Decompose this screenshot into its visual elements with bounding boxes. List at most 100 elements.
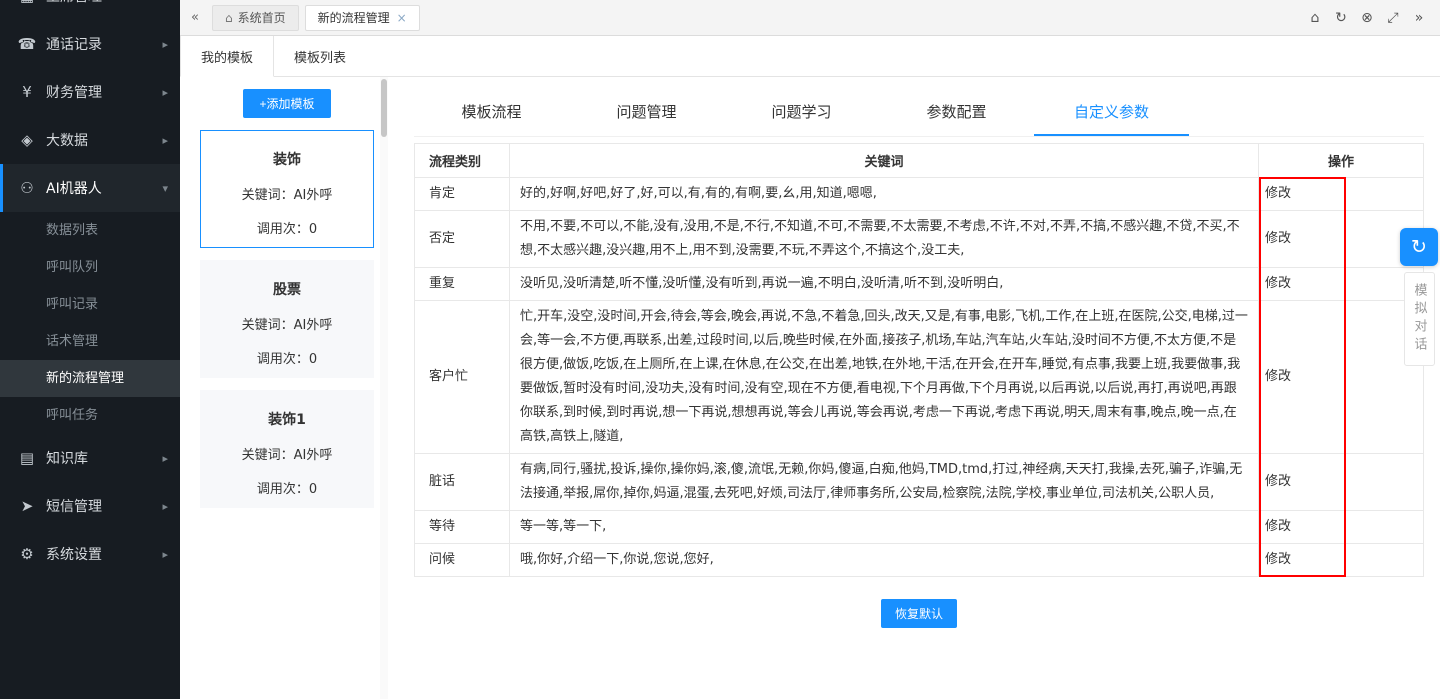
book-icon: ▤ — [16, 449, 38, 467]
tab-custom-parameters[interactable]: 自定义参数 — [1034, 91, 1189, 136]
home-icon[interactable]: ⌂ — [1302, 10, 1328, 26]
chevron-right-icon: ▸ — [162, 548, 168, 561]
header-flow-category: 流程类别 — [415, 144, 510, 178]
template-keyword: 关键词：AI外呼 — [201, 184, 373, 203]
modify-link[interactable]: 修改 — [1259, 511, 1424, 544]
tab-my-templates[interactable]: 我的模板 — [180, 36, 274, 77]
sidebar-item-big-data[interactable]: ◈ 大数据 ▸ — [0, 116, 180, 164]
modify-link[interactable]: 修改 — [1259, 178, 1424, 211]
submenu-item-call-queue[interactable]: 呼叫队列 — [0, 249, 180, 286]
template-panel-scrollbar[interactable] — [380, 77, 388, 699]
sidebar-item-sms-management[interactable]: ➤ 短信管理 ▸ — [0, 482, 180, 530]
sidebar-item-call-records[interactable]: ☎ 通话记录 ▸ — [0, 20, 180, 68]
table-row: 问候 哦,你好,介绍一下,你说,您说,您好, 修改 — [415, 544, 1424, 577]
tab-question-learning[interactable]: 问题学习 — [724, 91, 879, 136]
tab-parameter-config[interactable]: 参数配置 — [879, 91, 1034, 136]
template-title: 装饰1 — [201, 391, 373, 429]
sidebar-item-label: 短信管理 — [46, 496, 102, 516]
modify-link[interactable]: 修改 — [1259, 454, 1424, 511]
chevron-right-icon: ▸ — [162, 500, 168, 513]
template-title: 装饰 — [201, 131, 373, 169]
robot-icon: ⚇ — [16, 179, 38, 197]
chevron-down-icon: ▾ — [162, 182, 168, 195]
table-row: 脏话 有病,同行,骚扰,投诉,操你,操你妈,滚,傻,流氓,无赖,你妈,傻逼,白痴… — [415, 454, 1424, 511]
sidebar-item-ai-robot[interactable]: ⚇ AI机器人 ▾ — [0, 164, 180, 212]
restore-defaults-button[interactable]: 恢复默认 — [881, 599, 957, 628]
table-footer: 恢复默认 — [414, 577, 1424, 658]
category-cell: 问候 — [415, 544, 510, 577]
table-row: 肯定 好的,好啊,好吧,好了,好,可以,有,有的,有啊,要,幺,用,知道,嗯嗯,… — [415, 178, 1424, 211]
keywords-cell: 等一等,等一下, — [510, 511, 1259, 544]
keywords-cell: 忙,开车,没空,没时间,开会,待会,等会,晚会,再说,不急,不着急,回头,改天,… — [510, 301, 1259, 454]
submenu-item-call-task[interactable]: 呼叫任务 — [0, 397, 180, 434]
scrollbar-thumb[interactable] — [381, 79, 387, 137]
fullscreen-icon[interactable]: ⤢ — [1380, 10, 1406, 26]
sidebar-item-label: 坐席管理 — [46, 0, 102, 6]
template-card[interactable]: 装饰1 关键词：AI外呼 调用次：0 — [200, 390, 374, 508]
chevron-right-icon: ▸ — [162, 134, 168, 147]
collapse-sidebar-icon[interactable]: « — [184, 10, 206, 25]
tabbar-actions: ⌂ ↻ ⊗ ⤢ » — [1302, 10, 1432, 26]
template-calls: 调用次：0 — [201, 218, 373, 237]
phone-icon: ☎ — [16, 35, 38, 53]
sidebar-submenu: 数据列表 呼叫队列 呼叫记录 话术管理 新的流程管理 呼叫任务 — [0, 212, 180, 434]
category-cell: 否定 — [415, 211, 510, 268]
template-panel: +添加模板 装饰 关键词：AI外呼 调用次：0 股票 关键词：AI外呼 调用次：… — [180, 77, 380, 699]
sidebar-item-label: 系统设置 — [46, 544, 102, 564]
window-tabbar: « ⌂ 系统首页 新的流程管理 × ⌂ ↻ ⊗ ⤢ » — [180, 0, 1440, 36]
sidebar-item-label: 大数据 — [46, 130, 88, 150]
submenu-item-new-flow-management[interactable]: 新的流程管理 — [0, 360, 180, 397]
sidebar-item-agent-management[interactable]: ▦ 坐席管理 ▸ — [0, 0, 180, 20]
keywords-cell: 没听见,没听清楚,听不懂,没听懂,没有听到,再说一遍,不明白,没听清,听不到,没… — [510, 268, 1259, 301]
modify-link[interactable]: 修改 — [1259, 268, 1424, 301]
page-tabs: 我的模板 模板列表 — [180, 36, 1440, 77]
add-template-button[interactable]: +添加模板 — [243, 89, 330, 118]
modify-link[interactable]: 修改 — [1259, 544, 1424, 577]
sidebar-item-label: 财务管理 — [46, 82, 102, 102]
category-cell: 肯定 — [415, 178, 510, 211]
simulate-dialog-icon[interactable]: ↻ — [1400, 228, 1438, 266]
main-panel: 模板流程 问题管理 问题学习 参数配置 自定义参数 流程类别 关键词 操作 — [388, 77, 1440, 699]
template-calls: 调用次：0 — [201, 348, 373, 367]
template-keyword: 关键词：AI外呼 — [201, 314, 373, 333]
template-card[interactable]: 装饰 关键词：AI外呼 调用次：0 — [200, 130, 374, 248]
table-row: 否定 不用,不要,不可以,不能,没有,没用,不是,不行,不知道,不可,不需要,不… — [415, 211, 1424, 268]
category-cell: 客户忙 — [415, 301, 510, 454]
close-icon[interactable]: × — [397, 11, 407, 25]
tab-question-management[interactable]: 问题管理 — [569, 91, 724, 136]
tab-template-list[interactable]: 模板列表 — [274, 36, 366, 76]
chevron-right-icon: ▸ — [162, 452, 168, 465]
chevron-right-icon: ▸ — [162, 0, 168, 3]
chevron-right-icon: ▸ — [162, 38, 168, 51]
modify-link[interactable]: 修改 — [1259, 301, 1424, 454]
category-cell: 脏话 — [415, 454, 510, 511]
expand-right-icon[interactable]: » — [1406, 10, 1432, 26]
monitor-icon: ▦ — [16, 0, 38, 5]
submenu-item-script-management[interactable]: 话术管理 — [0, 323, 180, 360]
tab-new-flow-management[interactable]: 新的流程管理 × — [305, 5, 420, 31]
yen-icon: ¥ — [16, 83, 38, 101]
simulate-dialog-widget: ↻ 模拟对话 — [1400, 228, 1438, 366]
sidebar-item-finance[interactable]: ¥ 财务管理 ▸ — [0, 68, 180, 116]
template-calls: 调用次：0 — [201, 478, 373, 497]
category-cell: 等待 — [415, 511, 510, 544]
template-keyword: 关键词：AI外呼 — [201, 444, 373, 463]
tab-system-home[interactable]: ⌂ 系统首页 — [212, 5, 299, 31]
sidebar-item-knowledge-base[interactable]: ▤ 知识库 ▸ — [0, 434, 180, 482]
simulate-dialog-label[interactable]: 模拟对话 — [1404, 272, 1435, 366]
app-root: ▦ 坐席管理 ▸ ☎ 通话记录 ▸ ¥ 财务管理 ▸ ◈ 大数据 ▸ ⚇ AI机… — [0, 0, 1440, 699]
category-cell: 重复 — [415, 268, 510, 301]
refresh-icon[interactable]: ↻ — [1328, 10, 1354, 26]
sidebar-item-system-settings[interactable]: ⚙ 系统设置 ▸ — [0, 530, 180, 578]
template-card[interactable]: 股票 关键词：AI外呼 调用次：0 — [200, 260, 374, 378]
header-keywords: 关键词 — [510, 144, 1259, 178]
modify-link[interactable]: 修改 — [1259, 211, 1424, 268]
close-all-icon[interactable]: ⊗ — [1354, 10, 1380, 26]
table-row: 重复 没听见,没听清楚,听不懂,没听懂,没有听到,再说一遍,不明白,没听清,听不… — [415, 268, 1424, 301]
submenu-item-data-list[interactable]: 数据列表 — [0, 212, 180, 249]
tab-template-flow[interactable]: 模板流程 — [414, 91, 569, 136]
submenu-item-call-log[interactable]: 呼叫记录 — [0, 286, 180, 323]
parameters-table-wrap: 流程类别 关键词 操作 肯定 好的,好啊,好吧,好了,好,可以,有,有的,有啊,… — [414, 143, 1424, 577]
sidebar-item-label: 知识库 — [46, 448, 88, 468]
template-title: 股票 — [201, 261, 373, 299]
